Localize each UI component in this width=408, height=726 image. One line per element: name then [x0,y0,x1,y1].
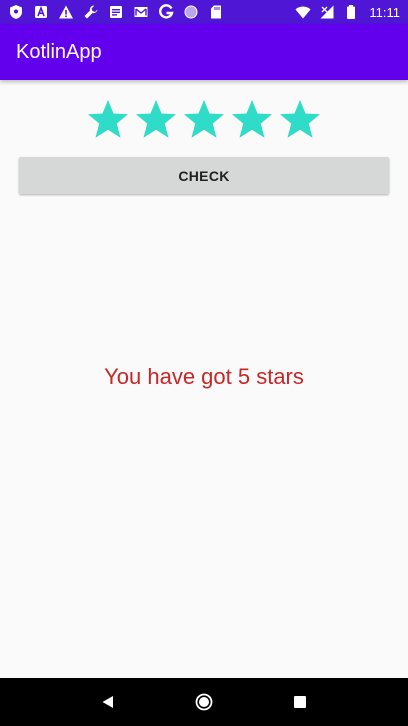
home-icon[interactable] [190,688,218,716]
rating-bar[interactable] [86,96,322,144]
a-box-icon [33,4,49,20]
star-icon[interactable] [230,98,274,142]
circle-icon [183,4,199,20]
wifi-icon [295,4,311,20]
app-bar: KotlinApp [0,24,408,80]
recents-icon[interactable] [286,688,314,716]
g-icon [158,4,174,20]
star-icon[interactable] [86,98,130,142]
star-icon[interactable] [134,98,178,142]
status-notifications [8,4,224,20]
status-bar: 11:11 [0,0,408,24]
back-icon[interactable] [94,688,122,716]
mail-icon [133,4,149,20]
wrench-icon [83,4,99,20]
status-clock: 11:11 [369,4,400,20]
signal-icon [319,4,335,20]
navigation-bar [0,678,408,726]
warning-icon [58,4,74,20]
app-title: KotlinApp [16,40,102,63]
check-button[interactable]: CHECK [19,157,389,194]
sd-card-icon [208,4,224,20]
star-icon[interactable] [182,98,226,142]
battery-icon [343,4,359,20]
note-icon [108,4,124,20]
result-text: You have got 5 stars [104,364,304,389]
star-icon[interactable] [278,98,322,142]
status-system: 11:11 [295,4,400,20]
shield-icon [8,4,24,20]
